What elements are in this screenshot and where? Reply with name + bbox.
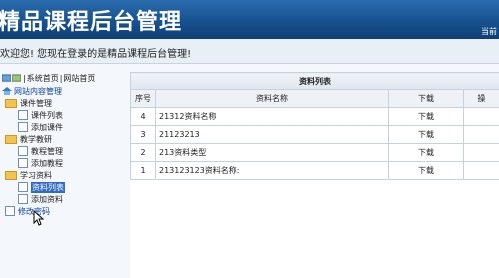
material-name: 213资料类型	[155, 143, 389, 162]
monitor-icon	[2, 73, 11, 82]
material-list-panel: 资料列表 序号 资料名称 下载 操 4 21312资料名称 下载 3 21123…	[130, 72, 499, 278]
document-icon	[18, 194, 28, 204]
app-title: 精品课程后台管理	[0, 9, 183, 35]
header-right-text: 当前	[481, 27, 497, 36]
material-name: 21123213	[155, 125, 389, 144]
app-header: 精品课程后台管理 当前	[0, 0, 499, 39]
download-link[interactable]: 下载	[388, 143, 464, 162]
document-icon	[18, 110, 28, 120]
table-caption: 资料列表	[130, 72, 499, 90]
document-icon	[5, 206, 15, 216]
download-link[interactable]: 下载	[388, 161, 464, 180]
tree-item-label: 资料列表	[31, 181, 65, 193]
tree-root-label: 网站内容管理	[14, 86, 62, 96]
tree-item-add-material[interactable]: 添加资料	[2, 193, 118, 205]
material-name: 213123123资料名称:	[155, 161, 389, 180]
welcome-message: 欢迎您! 您现在登录的是精品课程后台管理!	[0, 49, 192, 60]
tree-root[interactable]: 网站内容管理	[2, 85, 118, 97]
folder-icon	[5, 98, 17, 108]
column-header-download: 下载	[388, 89, 464, 108]
material-table: 资料列表 序号 资料名称 下载 操 4 21312资料名称 下载 3 21123…	[130, 72, 499, 180]
system-home-link[interactable]: 系统首页	[27, 73, 59, 84]
mouse-cursor-icon	[33, 210, 45, 226]
column-header-action: 操	[463, 89, 499, 108]
tree-item-add-tutorial[interactable]: 添加教程	[2, 157, 118, 169]
tree-item-courseware-list[interactable]: 课件列表	[2, 109, 118, 121]
action-cell	[463, 161, 499, 180]
table-row: 2 213资料类型 下载	[130, 143, 499, 162]
row-number: 2	[130, 143, 156, 162]
tree-group-label: 课件管理	[20, 98, 52, 108]
column-header-name: 资料名称	[155, 89, 389, 108]
sidebar: | 系统首页 | 网站首页 网站内容管理 课件管理 课件列表 添加课件 教学教研…	[0, 64, 120, 278]
welcome-bar: 欢迎您! 您现在登录的是精品课程后台管理!	[0, 39, 499, 64]
folder-icon	[5, 134, 17, 144]
tree-item-label: 添加课件	[31, 122, 63, 132]
table-row: 3 21123213 下载	[130, 125, 499, 144]
tree-group-teaching[interactable]: 教学教研	[2, 133, 118, 145]
tree-group-courseware[interactable]: 课件管理	[2, 97, 118, 109]
tree-item-change-password[interactable]: 修改密码	[2, 205, 118, 217]
action-cell	[463, 143, 499, 162]
tree-item-add-courseware[interactable]: 添加课件	[2, 121, 118, 133]
table-row: 4 21312资料名称 下载	[130, 107, 499, 126]
tree-group-materials[interactable]: 学习资料	[2, 169, 118, 181]
row-number: 4	[130, 107, 156, 126]
download-link[interactable]: 下载	[388, 107, 464, 126]
site-home-link[interactable]: 网站首页	[63, 73, 95, 84]
table-row: 1 213123123资料名称: 下载	[130, 161, 499, 180]
tree-item-label: 教程管理	[31, 146, 63, 156]
document-icon	[18, 122, 28, 132]
tree-item-label: 课件列表	[31, 110, 63, 120]
row-number: 3	[130, 125, 156, 144]
nav-tree: 网站内容管理 课件管理 课件列表 添加课件 教学教研 教程管理 添加教程 学习资…	[2, 85, 118, 217]
action-cell	[463, 125, 499, 144]
document-icon	[18, 158, 28, 168]
tree-group-label: 教学教研	[20, 134, 52, 144]
document-icon	[18, 182, 28, 192]
home-icon	[2, 87, 12, 95]
row-number: 1	[130, 161, 156, 180]
tree-item-tutorial-manage[interactable]: 教程管理	[2, 145, 118, 157]
nav-separator: |	[23, 73, 26, 83]
folder-icon	[5, 170, 17, 180]
tree-group-label: 学习资料	[20, 170, 52, 180]
column-header-number: 序号	[130, 89, 156, 108]
tree-item-label: 添加教程	[31, 158, 63, 168]
sidebar-top-nav: | 系统首页 | 网站首页	[2, 72, 95, 84]
action-cell	[463, 107, 499, 126]
nav-separator: |	[59, 73, 63, 83]
download-link[interactable]: 下载	[388, 125, 464, 144]
tree-item-label: 添加资料	[31, 194, 63, 204]
material-name: 21312资料名称	[155, 107, 389, 126]
monitor-icon	[12, 73, 21, 82]
document-icon	[18, 146, 28, 156]
tree-item-material-list[interactable]: 资料列表	[2, 181, 118, 193]
